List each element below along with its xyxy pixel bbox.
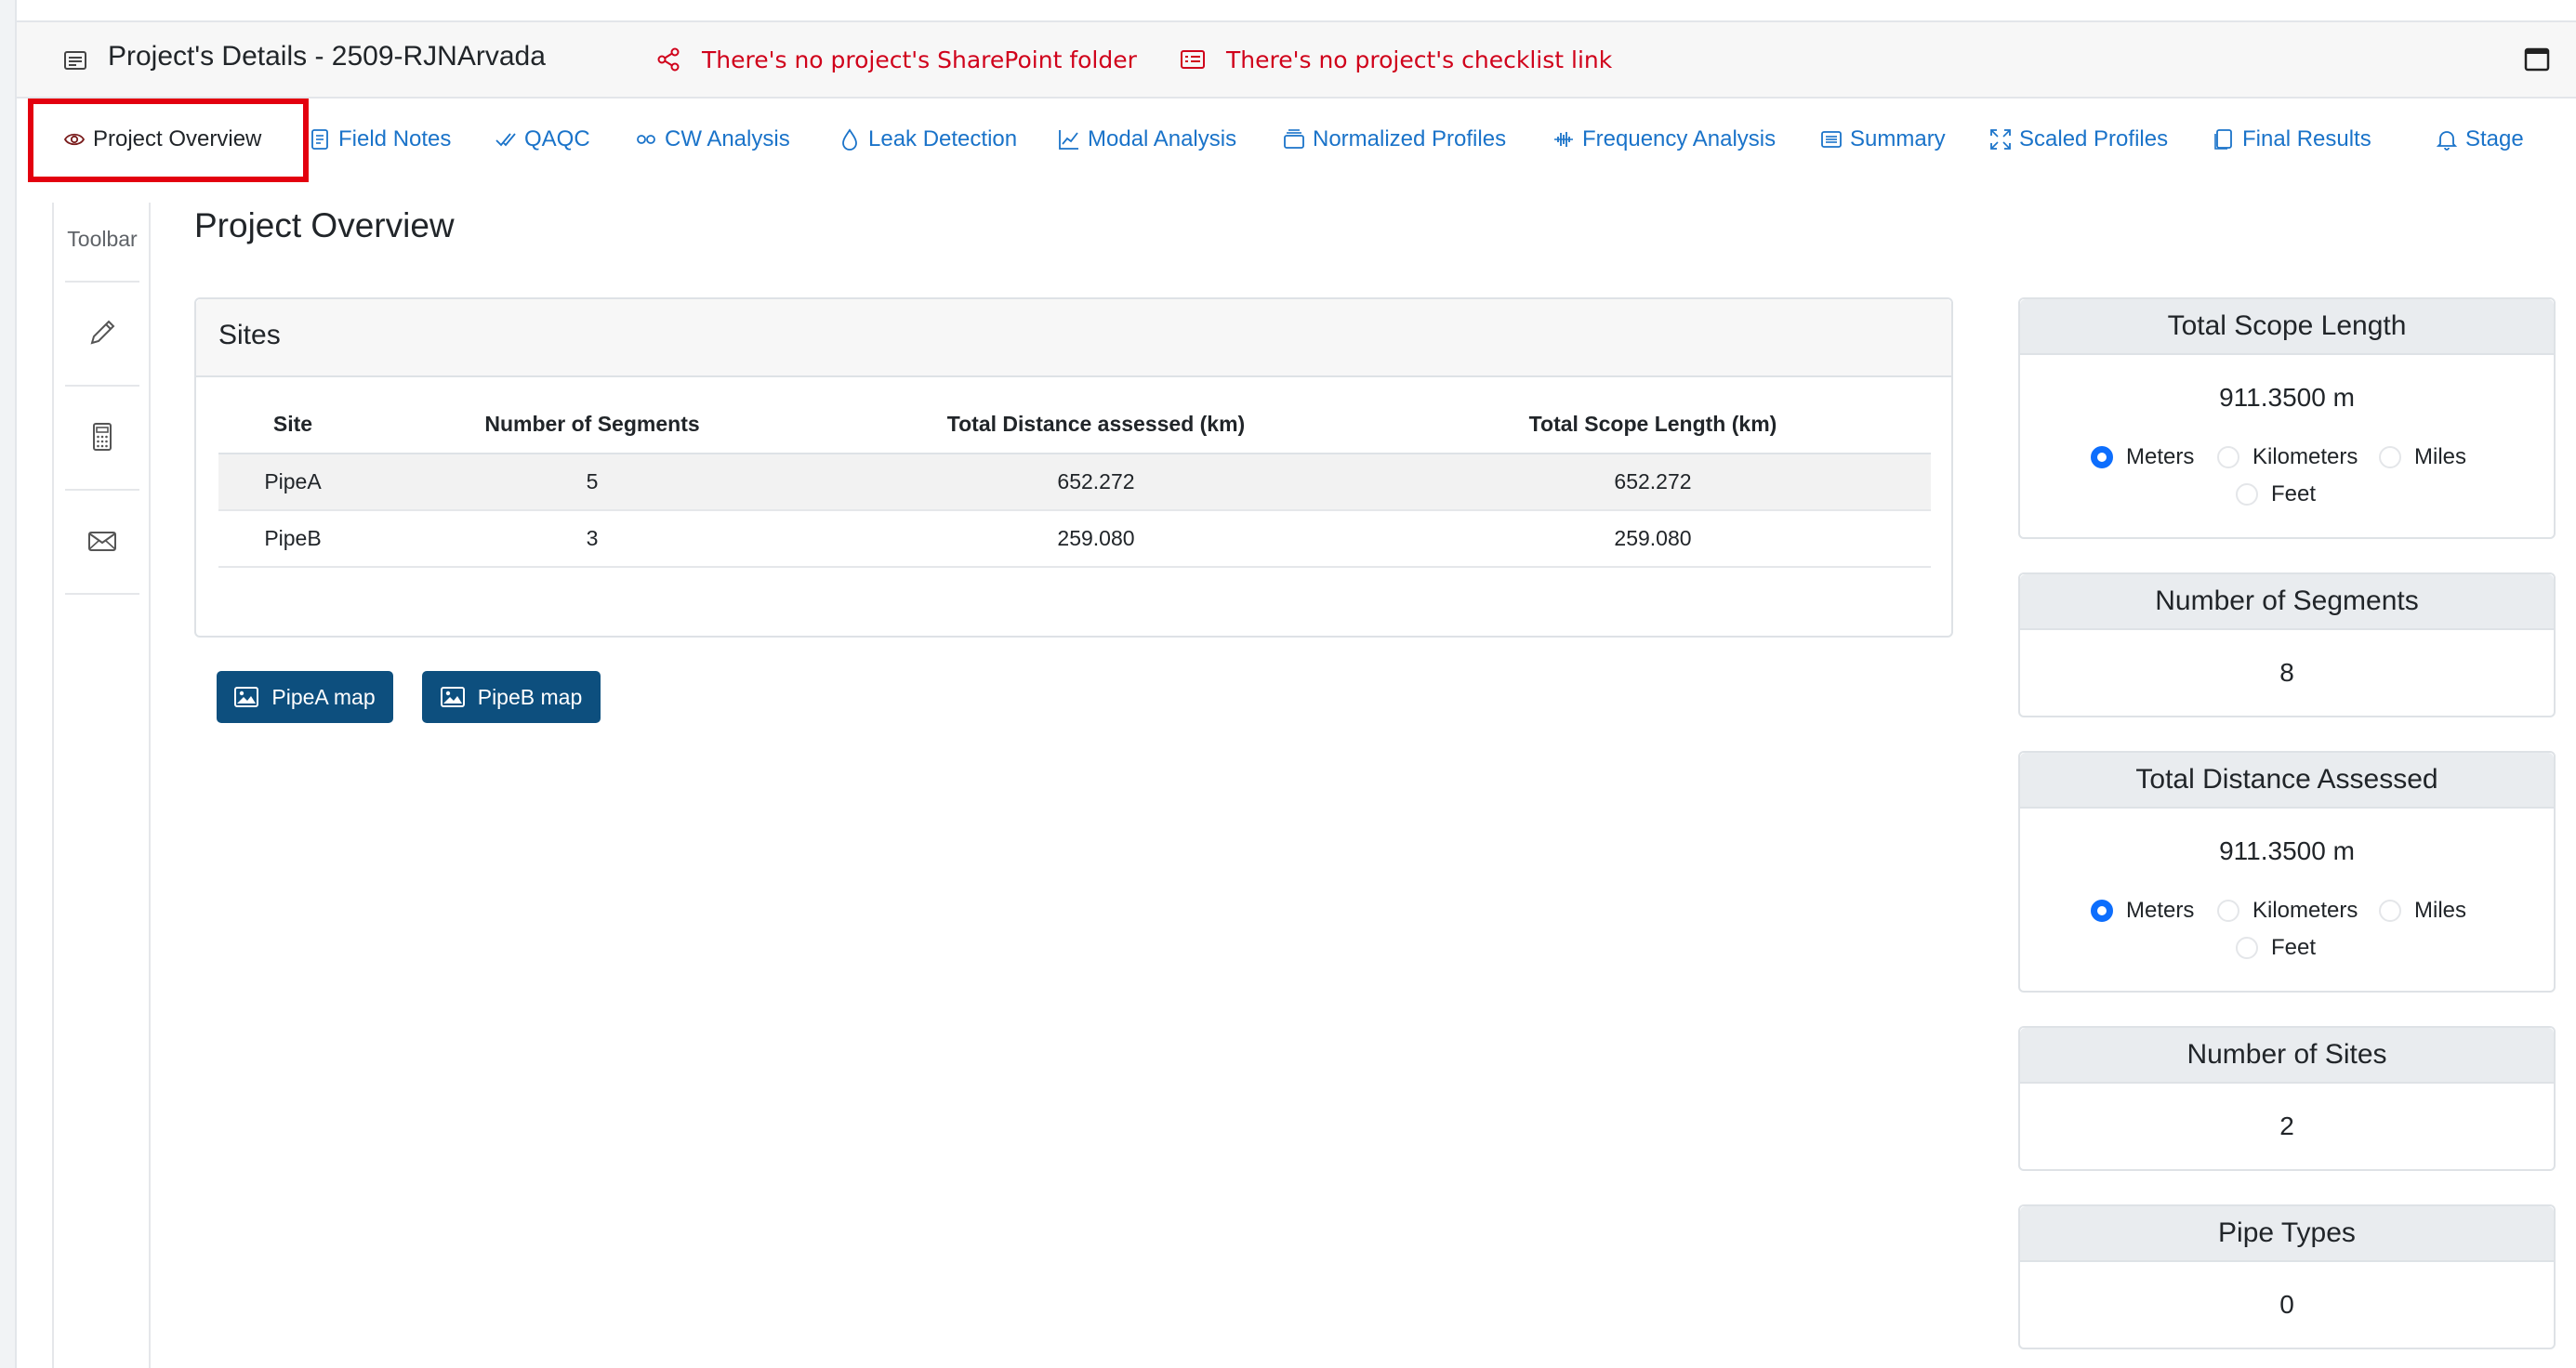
project-title: Project's Details - 2509-RJNArvada <box>108 41 546 72</box>
table-row: PipeB 3 259.080 259.080 <box>218 510 1931 568</box>
column-header-distance: Total Distance assessed (km) <box>817 396 1375 454</box>
tab-normalized-profiles[interactable]: Normalized Profiles <box>1283 126 1506 152</box>
sites-count-card: Number of Sites 2 <box>2018 1026 2556 1171</box>
radio-button[interactable] <box>2091 900 2113 922</box>
calculator-tool-button[interactable] <box>65 385 139 487</box>
tab-modal-analysis[interactable]: Modal Analysis <box>1058 126 1236 152</box>
distance-title: Total Distance Assessed <box>2020 753 2554 809</box>
tab-leak-detection[interactable]: Leak Detection <box>839 126 1017 152</box>
sharepoint-warning[interactable]: There's no project's SharePoint folder <box>657 46 1137 73</box>
tab-field-notes[interactable]: Field Notes <box>309 126 451 152</box>
table-cell: 652.272 <box>1375 454 1931 511</box>
radio-button[interactable] <box>2379 900 2401 922</box>
page-edge <box>0 0 17 1368</box>
distance-card: Total Distance Assessed 911.3500 m Meter… <box>2018 751 2556 993</box>
email-tool-button[interactable] <box>65 489 139 591</box>
unit-option-meters[interactable]: Meters <box>2091 898 2194 924</box>
pipe-types-title: Pipe Types <box>2020 1206 2554 1262</box>
notes-icon <box>311 129 328 150</box>
image-icon <box>234 687 259 707</box>
toolbar-sidebar: Toolbar <box>52 203 151 1368</box>
bell-icon <box>2436 131 2458 151</box>
waveform-icon <box>1554 132 1573 147</box>
unit-option-miles[interactable]: Miles <box>2379 444 2466 470</box>
table-cell: 3 <box>367 510 817 568</box>
sites-count-title: Number of Sites <box>2020 1028 2554 1084</box>
column-header-scope: Total Scope Length (km) <box>1375 396 1931 454</box>
column-header-segments: Number of Segments <box>367 396 817 454</box>
pipe-types-card: Pipe Types 0 <box>2018 1204 2556 1349</box>
column-header-site: Site <box>218 396 367 454</box>
checklist-warning[interactable]: There's no project's checklist link <box>1181 46 1613 73</box>
segments-card: Number of Segments 8 <box>2018 572 2556 717</box>
tab-frequency-analysis[interactable]: Frequency Analysis <box>1552 126 1776 152</box>
tab-project-overview[interactable]: Project Overview <box>63 126 261 152</box>
files-icon <box>2214 129 2232 150</box>
distance-value: 911.3500 m <box>2219 836 2355 865</box>
sites-card: Sites Site Number of Segments Total Dist… <box>194 297 1953 638</box>
checklist-icon <box>1181 50 1205 69</box>
tab-final-results[interactable]: Final Results <box>2213 126 2371 152</box>
image-icon <box>440 687 465 707</box>
table-cell: PipeB <box>218 510 367 568</box>
sites-card-title: Sites <box>196 299 1951 377</box>
scope-length-title: Total Scope Length <box>2020 299 2554 355</box>
share-icon <box>657 47 680 72</box>
unit-option-kilometers[interactable]: Kilometers <box>2217 898 2358 924</box>
line-chart-icon <box>1059 130 1078 150</box>
scope-length-value: 911.3500 m <box>2219 383 2355 412</box>
sites-table: Site Number of Segments Total Distance a… <box>218 396 1931 568</box>
header-bar: Project's Details - 2509-RJNArvada There… <box>17 22 2576 99</box>
segments-value: 8 <box>2279 658 2294 687</box>
tab-qaqc[interactable]: QAQC <box>495 126 590 152</box>
table-cell: 5 <box>367 454 817 511</box>
radio-button[interactable] <box>2217 446 2239 468</box>
tab-cw-analysis[interactable]: CW Analysis <box>635 126 790 152</box>
checklist-warning-text: There's no project's checklist link <box>1226 46 1613 73</box>
list-icon <box>1821 131 1842 148</box>
envelope-icon <box>88 532 116 551</box>
table-row: PipeA 5 652.272 652.272 <box>218 454 1931 511</box>
sites-count-value: 2 <box>2279 1112 2294 1140</box>
unit-option-feet[interactable]: Feet <box>2236 481 2316 507</box>
table-cell: 652.272 <box>817 454 1375 511</box>
fullscreen-icon <box>1990 129 2011 150</box>
calculator-icon <box>93 423 112 451</box>
droplet-icon <box>842 128 857 151</box>
tab-summary[interactable]: Summary <box>1820 126 1946 152</box>
radio-button[interactable] <box>2236 937 2258 959</box>
check-icon <box>495 133 516 147</box>
scope-length-card: Total Scope Length 911.3500 m Meters Kil… <box>2018 297 2556 539</box>
window-icon[interactable] <box>2524 46 2550 72</box>
eye-icon <box>63 133 86 146</box>
table-cell: 259.080 <box>1375 510 1931 568</box>
tab-scaled-profiles[interactable]: Scaled Profiles <box>1989 126 2168 152</box>
document-icon <box>64 51 86 70</box>
unit-option-kilometers[interactable]: Kilometers <box>2217 444 2358 470</box>
sharepoint-warning-text: There's no project's SharePoint folder <box>702 46 1137 73</box>
radio-button[interactable] <box>2379 446 2401 468</box>
pipeb-map-button[interactable]: PipeB map <box>422 671 601 723</box>
unit-option-miles[interactable]: Miles <box>2379 898 2466 924</box>
infinity-icon <box>637 135 655 144</box>
table-cell: PipeA <box>218 454 367 511</box>
toolbar-divider <box>65 593 139 595</box>
radio-button[interactable] <box>2236 483 2258 506</box>
table-cell: 259.080 <box>817 510 1375 568</box>
page-title: Project Overview <box>194 206 455 244</box>
pipea-map-button[interactable]: PipeA map <box>217 671 393 723</box>
layers-icon <box>1284 129 1304 149</box>
pencil-icon <box>90 320 115 345</box>
table-header-row: Site Number of Segments Total Distance a… <box>218 396 1931 454</box>
tab-bar: Project Overview Field Notes QAQC CW Ana… <box>17 99 2576 182</box>
radio-button[interactable] <box>2217 900 2239 922</box>
edit-tool-button[interactable] <box>65 281 139 383</box>
radio-button[interactable] <box>2091 446 2113 468</box>
unit-option-feet[interactable]: Feet <box>2236 935 2316 961</box>
unit-option-meters[interactable]: Meters <box>2091 444 2194 470</box>
segments-title: Number of Segments <box>2020 574 2554 630</box>
toolbar-title: Toolbar <box>67 227 138 251</box>
pipe-types-value: 0 <box>2279 1290 2294 1319</box>
tab-stage[interactable]: Stage <box>2436 126 2524 152</box>
